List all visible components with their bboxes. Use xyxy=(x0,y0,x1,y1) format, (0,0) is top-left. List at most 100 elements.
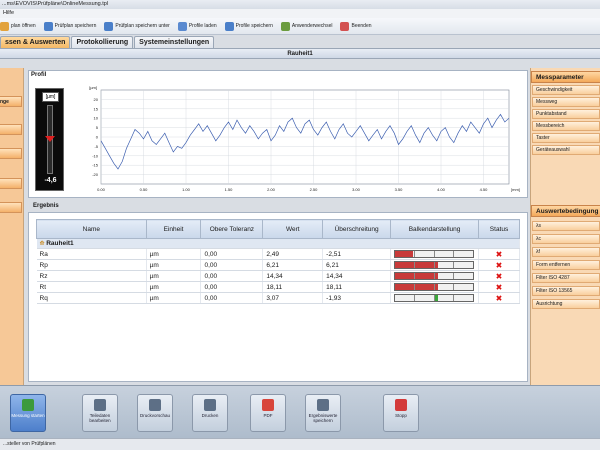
y-tick-label: -10 xyxy=(92,153,99,158)
col-unit[interactable]: Einheit xyxy=(145,219,202,239)
auswertebedingung-header[interactable]: Auswertebedingung xyxy=(531,205,600,217)
toolbar-button-1[interactable]: Prüfplan speichern xyxy=(43,21,97,31)
auswertung-item[interactable]: Ausrichtung xyxy=(532,299,600,309)
row-unit: µm xyxy=(146,248,202,260)
table-group-row[interactable]: ⟰ Rauheit1 xyxy=(36,238,520,249)
start-icon xyxy=(22,399,34,411)
toolbar-button-3[interactable]: Profile laden xyxy=(177,21,217,31)
row-tolerance: 0,00 xyxy=(200,281,264,293)
exit-icon xyxy=(340,21,350,31)
row-name: Ra xyxy=(36,248,147,260)
col-exceedance[interactable]: Überschreitung xyxy=(322,219,392,239)
bar-fill xyxy=(434,262,438,268)
toolbar-button-5[interactable]: Anwenderwechsel xyxy=(280,21,332,31)
profile-chart: 20 15 10 5 0 -5 -10 -15 -20 0.00 0.50 1.00 1.50 2.00 2… xyxy=(89,85,520,192)
group-label: Rauheit1 xyxy=(46,240,74,247)
x-tick-label: 1.50 xyxy=(225,187,234,192)
messparameter-item[interactable]: Geschwindigkeit xyxy=(532,85,600,95)
toolbar-button-label: plan öffnen xyxy=(11,23,36,29)
left-panel-item[interactable] xyxy=(0,148,22,159)
row-unit: µm xyxy=(146,259,202,271)
toolbar-button-6[interactable]: Beenden xyxy=(340,21,372,31)
auswertung-item[interactable]: λs xyxy=(532,221,600,231)
x-axis-label: [mm] xyxy=(511,187,520,192)
tab-systemeinstellungen[interactable]: Systemeinstellungen xyxy=(134,36,215,48)
left-panel-item[interactable] xyxy=(0,178,22,189)
action-button-1[interactable]: Teiledaten bearbeiten xyxy=(82,394,118,432)
row-unit: µm xyxy=(146,281,202,293)
col-value[interactable]: Wert xyxy=(262,219,324,239)
table-row[interactable]: Rz µm 0,00 14,34 14,34 ✖ xyxy=(36,270,520,282)
bar-segment xyxy=(395,251,415,257)
tab-protokollierung[interactable]: Protokollierung xyxy=(71,36,134,48)
col-upper-tolerance[interactable]: Obere Toleranz xyxy=(200,219,264,239)
y-tick-label: -15 xyxy=(92,163,99,168)
row-name: Rz xyxy=(36,270,147,282)
toolbar-button-label: Beenden xyxy=(351,23,372,29)
table-row[interactable]: Rq µm 0,00 3,07 -1,93 ✖ xyxy=(36,292,520,304)
action-button-4[interactable]: PDF xyxy=(250,394,286,432)
action-button-5[interactable]: Ergebniswerte speichern xyxy=(305,394,341,432)
col-name[interactable]: Name xyxy=(36,219,147,239)
status-fail-icon: ✖ xyxy=(478,270,520,282)
col-status[interactable]: Status xyxy=(478,219,520,239)
x-tick-label: 3.50 xyxy=(395,187,404,192)
tab-messen-auswerten[interactable]: ssen & Auswerten xyxy=(0,36,71,48)
action-bar: Messung starten Teiledaten bearbeiten Druc… xyxy=(0,385,600,438)
messparameter-item[interactable]: Messbereich xyxy=(532,121,600,131)
messparameter-item[interactable]: Taster xyxy=(532,133,600,143)
tolerance-bar xyxy=(394,294,475,302)
bar-segment xyxy=(435,251,455,257)
x-tick-label: 2.00 xyxy=(267,187,276,192)
menu-help[interactable]: Hilfe xyxy=(3,10,14,16)
toolbar-button-label: Prüfplan speichern xyxy=(54,23,97,29)
toolbar-button-4[interactable]: Profile speichern xyxy=(224,21,273,31)
toolbar-button-0[interactable]: plan öffnen xyxy=(0,21,36,31)
profile-save-icon xyxy=(224,21,234,31)
bar-segment xyxy=(414,284,435,290)
table-row[interactable]: Rt µm 0,00 18,11 18,11 ✖ xyxy=(36,281,520,293)
action-button-label: Ergebniswerte speichern xyxy=(308,413,338,423)
bar-segment xyxy=(395,273,415,279)
bar-segment xyxy=(414,262,435,268)
bar-segment xyxy=(395,262,415,268)
save-icon xyxy=(43,21,53,31)
bar-segment xyxy=(434,262,455,268)
table-row[interactable]: Rp µm 0,00 6,21 6,21 ✖ xyxy=(36,259,520,271)
messparameter-header[interactable]: Messparameter xyxy=(531,71,600,83)
col-bar-display[interactable]: Balkendarstellung xyxy=(390,219,480,239)
messparameter-item[interactable]: Punktabstand xyxy=(532,109,600,119)
auswertung-item[interactable]: λf xyxy=(532,247,600,257)
messparameter-item[interactable]: Geräteauswahl xyxy=(532,145,600,155)
table-row[interactable]: Ra µm 0,00 2,49 -2,51 ✖ xyxy=(36,248,520,260)
auswertung-item[interactable]: Filter ISO 13565 xyxy=(532,286,600,296)
y-tick-label: 0 xyxy=(96,135,99,140)
row-bar-cell xyxy=(390,270,480,282)
left-panel-item[interactable] xyxy=(0,202,22,213)
left-panel: nge xyxy=(0,68,24,385)
action-button-2[interactable]: Druckvorschau xyxy=(137,394,173,432)
status-fail-icon: ✖ xyxy=(478,259,520,271)
row-bar-cell xyxy=(390,281,480,293)
left-panel-item[interactable] xyxy=(0,124,22,135)
messparameter-item[interactable]: Messweg xyxy=(532,97,600,107)
action-button-0[interactable]: Messung starten xyxy=(10,394,46,432)
x-tick-label: 3.00 xyxy=(352,187,361,192)
action-button-3[interactable]: Drucken xyxy=(192,394,228,432)
action-button-label: PDF xyxy=(263,413,273,418)
row-value: 14,34 xyxy=(262,270,324,282)
bar-fill xyxy=(395,262,414,268)
left-panel-item[interactable]: nge xyxy=(0,96,22,107)
result-title: Ergebnis xyxy=(33,203,59,209)
profile-panel: Profil [µm] -4,6 20 15 10 5 0 -5 -10 -15 -20 0.00… xyxy=(28,70,528,198)
auswertung-item[interactable]: Filter ISO 4287 xyxy=(532,273,600,283)
auswertung-item[interactable]: λc xyxy=(532,234,600,244)
auswertung-item[interactable]: Form entfernen xyxy=(532,260,600,270)
toolbar-button-2[interactable]: Prüfplan speichern unter xyxy=(104,21,170,31)
row-value: 3,07 xyxy=(262,292,324,304)
row-exceedance: 6,21 xyxy=(322,259,392,271)
result-panel: Name Einheit Obere Toleranz Wert Übersch… xyxy=(28,212,528,382)
row-unit: µm xyxy=(146,292,202,304)
window-title: ...ms\EVOVIS\Prüfpläne\OnlineMessung.tpl xyxy=(0,0,600,9)
action-button-6[interactable]: Stopp xyxy=(383,394,419,432)
